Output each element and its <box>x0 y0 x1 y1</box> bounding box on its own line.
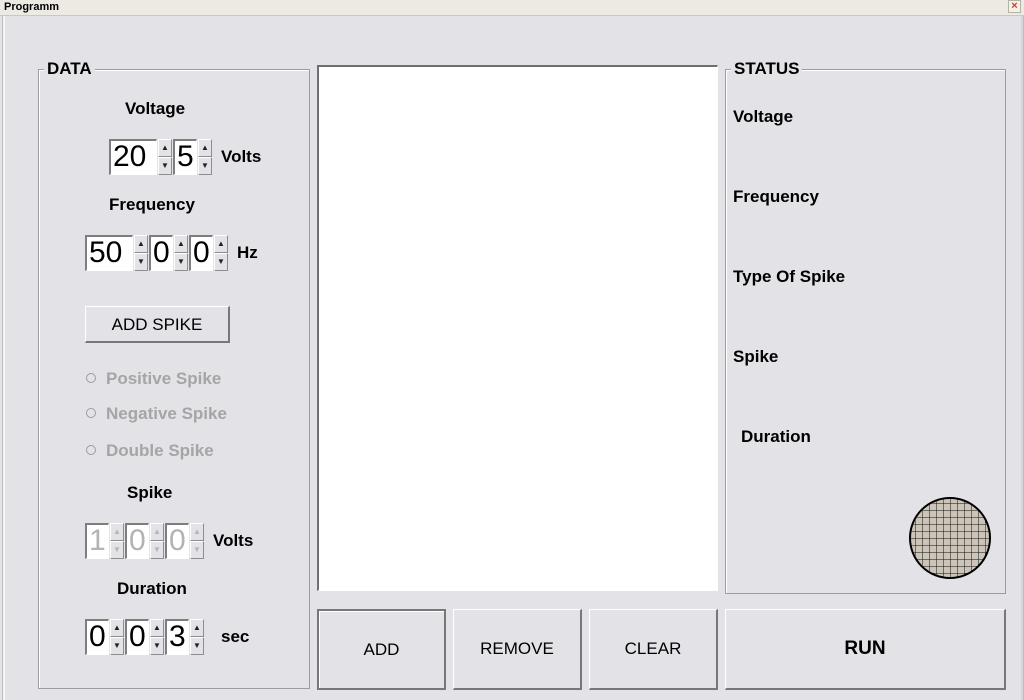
duration-spinner-2[interactable]: ▲ ▼ <box>150 619 164 655</box>
frequency-spinner-1[interactable]: ▲ ▼ <box>134 235 148 271</box>
voltage-field-2[interactable]: 5 <box>173 139 197 175</box>
window-frame-left <box>2 16 5 700</box>
status-voltage-label: Voltage <box>733 107 794 126</box>
spin-up-icon[interactable]: ▲ <box>110 619 124 637</box>
frequency-field-3[interactable]: 0 <box>189 235 213 271</box>
spin-down-icon[interactable]: ▼ <box>158 157 172 175</box>
status-frequency-label: Frequency <box>733 187 819 206</box>
run-button[interactable]: RUN <box>725 609 1006 690</box>
duration-label: Duration <box>117 579 187 598</box>
spike-unit: Volts <box>213 531 254 550</box>
duration-unit: sec <box>221 627 250 646</box>
close-icon: × <box>1011 0 1018 12</box>
duration-spinner-1[interactable]: ▲ ▼ <box>110 619 124 655</box>
voltage-label: Voltage <box>125 99 186 118</box>
frequency-spinner-3[interactable]: ▲ ▼ <box>214 235 228 271</box>
spike-spinner-3[interactable]: ▲ ▼ <box>190 523 204 559</box>
spike-field-3[interactable]: 0 <box>165 523 189 559</box>
clear-button[interactable]: CLEAR <box>589 609 718 690</box>
spike-field-1[interactable]: 1 <box>85 523 109 559</box>
spin-up-icon[interactable]: ▲ <box>190 619 204 637</box>
spike-label: Spike <box>127 483 173 502</box>
spin-down-icon[interactable]: ▼ <box>174 253 188 271</box>
spike-spinner-1[interactable]: ▲ ▼ <box>110 523 124 559</box>
spin-down-icon[interactable]: ▼ <box>150 637 164 655</box>
frequency-label: Frequency <box>109 195 195 214</box>
voltage-spinner-2[interactable]: ▲ ▼ <box>198 139 212 175</box>
add-spike-button[interactable]: ADD SPIKE <box>85 306 230 343</box>
status-duration-label: Duration <box>741 427 811 446</box>
negative-spike-label[interactable]: Negative Spike <box>106 404 227 424</box>
spin-up-icon[interactable]: ▲ <box>190 523 204 541</box>
double-spike-radio[interactable] <box>86 445 96 455</box>
frequency-field-1[interactable]: 50 <box>85 235 133 271</box>
frequency-unit: Hz <box>237 243 258 262</box>
spin-down-icon[interactable]: ▼ <box>134 253 148 271</box>
status-type-of-spike-label: Type Of Spike <box>733 267 846 286</box>
data-group-title: DATA <box>44 59 95 79</box>
spin-down-icon[interactable]: ▼ <box>214 253 228 271</box>
duration-field-2[interactable]: 0 <box>125 619 149 655</box>
spin-down-icon[interactable]: ▼ <box>110 541 124 559</box>
frequency-spinner-2[interactable]: ▲ ▼ <box>174 235 188 271</box>
frequency-field-2[interactable]: 0 <box>149 235 173 271</box>
title-bar: Programm × <box>0 0 1024 16</box>
spin-up-icon[interactable]: ▲ <box>198 139 212 157</box>
voltage-field-1[interactable]: 20 <box>109 139 157 175</box>
positive-spike-label[interactable]: Positive Spike <box>106 369 221 389</box>
positive-spike-radio[interactable] <box>86 373 96 383</box>
spin-down-icon[interactable]: ▼ <box>190 541 204 559</box>
spin-up-icon[interactable]: ▲ <box>158 139 172 157</box>
spin-up-icon[interactable]: ▲ <box>174 235 188 253</box>
duration-field-1[interactable]: 0 <box>85 619 109 655</box>
duration-field-3[interactable]: 3 <box>165 619 189 655</box>
close-button[interactable]: × <box>1008 0 1021 13</box>
duration-spinner-3[interactable]: ▲ ▼ <box>190 619 204 655</box>
spike-field-2[interactable]: 0 <box>125 523 149 559</box>
spin-up-icon[interactable]: ▲ <box>214 235 228 253</box>
double-spike-label[interactable]: Double Spike <box>106 441 214 461</box>
voltage-unit: Volts <box>221 147 262 166</box>
spin-up-icon[interactable]: ▲ <box>134 235 148 253</box>
spin-up-icon[interactable]: ▲ <box>110 523 124 541</box>
remove-button[interactable]: REMOVE <box>453 609 582 690</box>
voltage-spinner-1[interactable]: ▲ ▼ <box>158 139 172 175</box>
spin-down-icon[interactable]: ▼ <box>198 157 212 175</box>
window-title: Programm <box>4 1 60 13</box>
spin-down-icon[interactable]: ▼ <box>110 637 124 655</box>
add-button[interactable]: ADD <box>317 609 446 690</box>
spin-down-icon[interactable]: ▼ <box>150 541 164 559</box>
spin-up-icon[interactable]: ▲ <box>150 619 164 637</box>
data-list[interactable] <box>317 65 718 591</box>
status-group-title: STATUS <box>731 59 803 79</box>
negative-spike-radio[interactable] <box>86 408 96 418</box>
spin-up-icon[interactable]: ▲ <box>150 523 164 541</box>
status-indicator-icon <box>909 497 991 579</box>
spike-spinner-2[interactable]: ▲ ▼ <box>150 523 164 559</box>
status-spike-label: Spike <box>733 347 779 366</box>
spin-down-icon[interactable]: ▼ <box>190 637 204 655</box>
